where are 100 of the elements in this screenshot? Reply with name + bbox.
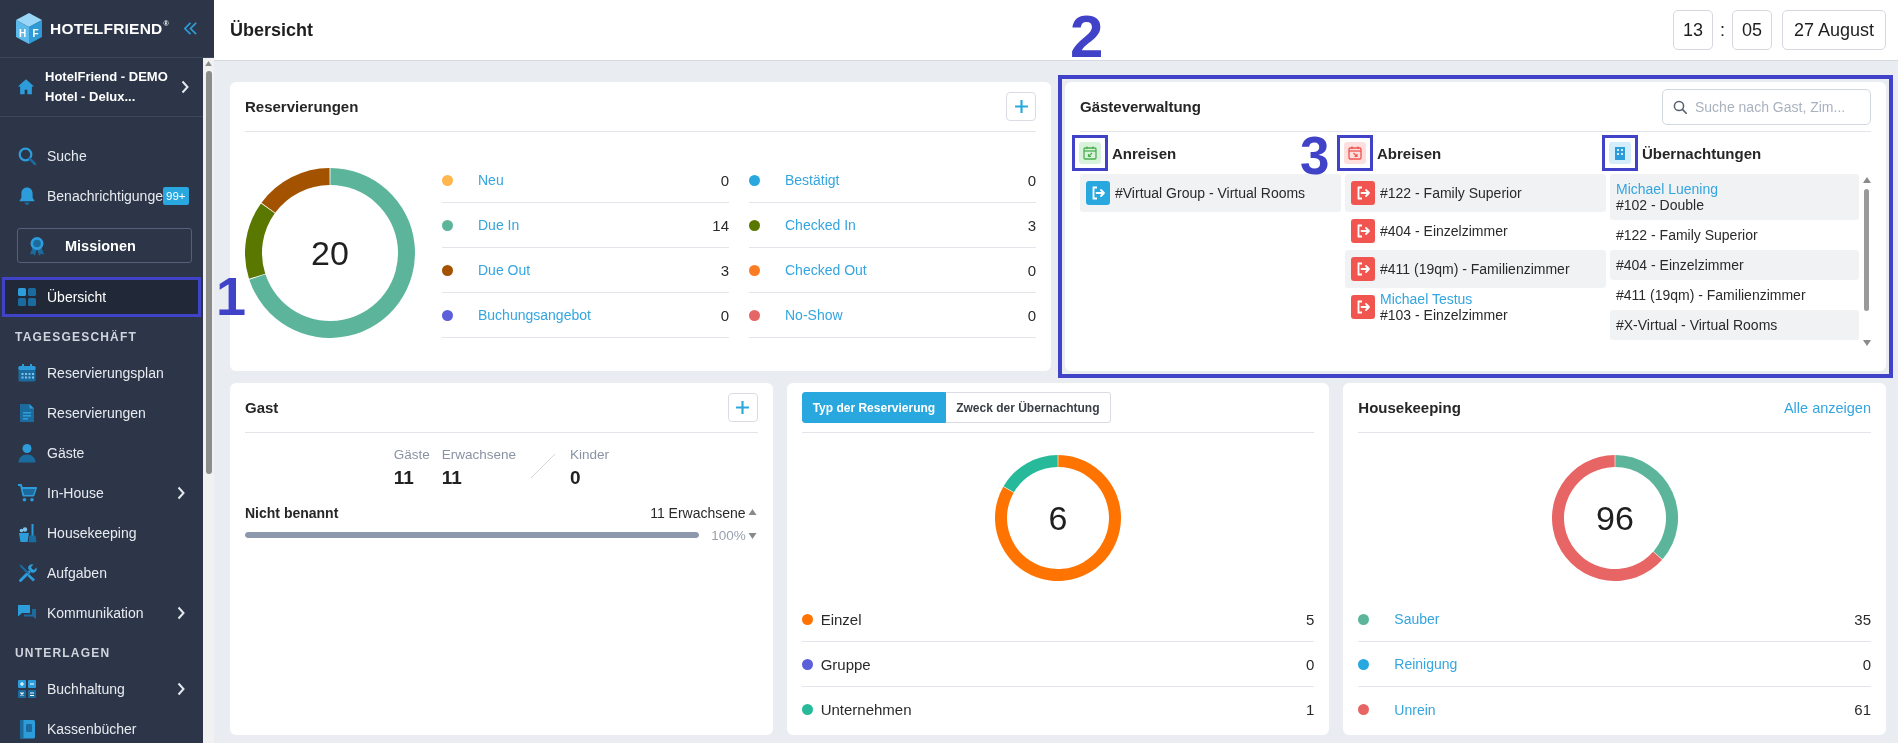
tools-icon [17,563,37,583]
stat-label: Gäste [393,447,430,463]
legend-count: 3 [1027,216,1036,234]
guest-list-item[interactable]: #122 - Family Superior [1610,220,1859,250]
nav-item[interactable]: Suche [0,136,203,176]
slash-separator [529,453,556,479]
callout-number: 1 [216,269,247,323]
document-icon [17,403,37,423]
legend-count: 35 [1854,610,1871,628]
card-title: Gästeverwaltung [1080,98,1201,115]
guest-list-item[interactable]: #411 (19qm) - Familienzimmer [1610,280,1859,310]
legend-count: 61 [1854,701,1871,718]
nav-item[interactable]: Reservierungsplan [0,353,203,393]
search-icon [1673,99,1687,114]
legend-count: 0 [1862,655,1871,673]
legend-count: 0 [1306,655,1315,673]
scroll-down-icon[interactable] [1862,340,1871,346]
search-field[interactable]: Suche nach Gast, Zim... [1662,88,1871,125]
bell-icon [17,186,37,206]
tab[interactable]: Zweck der Übernachtung [946,392,1111,423]
legend-count: 0 [1027,261,1036,279]
chevron-right-icon [181,80,189,94]
legend-label: Einzel [820,610,862,628]
scroll-up-icon[interactable] [1862,177,1871,183]
search-icon [17,146,37,166]
stat-value: 11 [393,466,415,490]
scroll-down-icon[interactable] [747,533,757,539]
home-icon [17,78,35,96]
guest-list-item[interactable]: #122 - Family Superior [1345,174,1606,212]
scrollbar[interactable] [203,58,214,743]
section-heading: UNTERLAGEN [14,645,112,662]
add-button[interactable] [1006,92,1036,121]
logo-mark: H F [15,12,43,45]
callout-number: 2 [1070,7,1104,67]
hour-field[interactable]: 13 [1672,10,1713,50]
legend-count: 0 [720,171,729,189]
stat-label: Erwachsene [441,447,516,463]
nav-item[interactable]: Housekeeping [0,513,203,553]
calendar-icon [17,363,37,383]
guest-list-item[interactable]: #Virtual Group - Virtual Rooms [1080,174,1341,212]
minute-field[interactable]: 05 [1731,10,1772,50]
total-count: 20 [311,234,349,272]
card-title: Gast [245,399,279,416]
missions-button[interactable]: Missionen [17,228,192,263]
guest-list-item[interactable]: Michael Testus #103 - Einzelzimmer [1345,288,1606,326]
scrollbar-thumb[interactable] [205,71,212,474]
nav-item[interactable]: In-House [0,473,203,513]
total-count: 6 [1048,499,1068,537]
logo-text: HOTELFRIEND$^{®}$ [50,19,169,38]
page-title: Übersicht [230,19,314,41]
calendar-icon [1079,142,1101,164]
building-icon [1609,142,1631,164]
scroll-up-icon[interactable] [205,61,212,66]
nav-item[interactable]: Reservierungen [0,393,203,433]
cart-icon [17,483,37,503]
bucket-broom-icon [17,523,37,543]
stat-label: Kinder [569,447,609,463]
count-badge: 99+ [163,187,189,205]
legend-count: 0 [1027,171,1036,189]
group-name: Nicht benannt [245,505,339,521]
book-icon [17,719,37,739]
group-summary: 11 Erwachsene [650,505,746,521]
guest-list-item[interactable]: Michael Luening #102 - Double [1610,174,1859,220]
add-button[interactable] [727,393,758,422]
guest-list-item[interactable]: #X-Virtual - Virtual Rooms [1610,310,1859,340]
guest-list-item[interactable]: #404 - Einzelzimmer [1610,250,1859,280]
column-title: Übernachtungen [1642,144,1762,162]
person-icon [17,443,37,463]
nav-item[interactable]: Buchhaltung [0,669,203,709]
section-heading: TAGESGESCHÄFT [14,329,139,346]
total-count: 96 [1595,499,1634,537]
grid-icon [17,287,37,307]
legend-count: 5 [1306,610,1315,628]
double-chevron-icon[interactable] [183,21,198,36]
nav-item[interactable]: Gäste [0,433,203,473]
nav-item[interactable]: Aufgaben [0,553,203,593]
nav-item[interactable]: Übersicht [2,277,201,317]
nav-item[interactable]: Kassenbücher [0,709,203,743]
legend-count: 14 [712,216,729,234]
legend-count: 3 [720,261,729,279]
calculator-icon [17,679,37,699]
plus-icon [735,400,751,415]
column-title: Anreisen [1112,144,1177,162]
plus-icon [1013,99,1029,114]
card-title: Reservierungen [245,98,359,115]
legend-label: Gruppe [820,655,871,673]
percent-label: 100% [711,527,746,543]
stat-value: 11 [441,466,463,490]
guest-list-item[interactable]: #404 - Einzelzimmer [1345,212,1606,250]
card-title: Housekeeping [1358,399,1461,416]
legend-count: 0 [720,306,729,324]
nav-item[interactable]: Kommunikation [0,593,203,633]
column-title: Abreisen [1377,144,1442,162]
time-separator: : [1719,19,1725,41]
scrollbar-thumb[interactable] [1864,189,1869,311]
guest-list-item[interactable]: #411 (19qm) - Familienzimmer [1345,250,1606,288]
date-picker[interactable]: 27 August [1781,10,1886,50]
legend-count: 1 [1306,701,1315,718]
nav-item[interactable]: Benachrichtigunge 99+ [0,176,203,216]
scroll-up-icon[interactable] [747,509,757,515]
